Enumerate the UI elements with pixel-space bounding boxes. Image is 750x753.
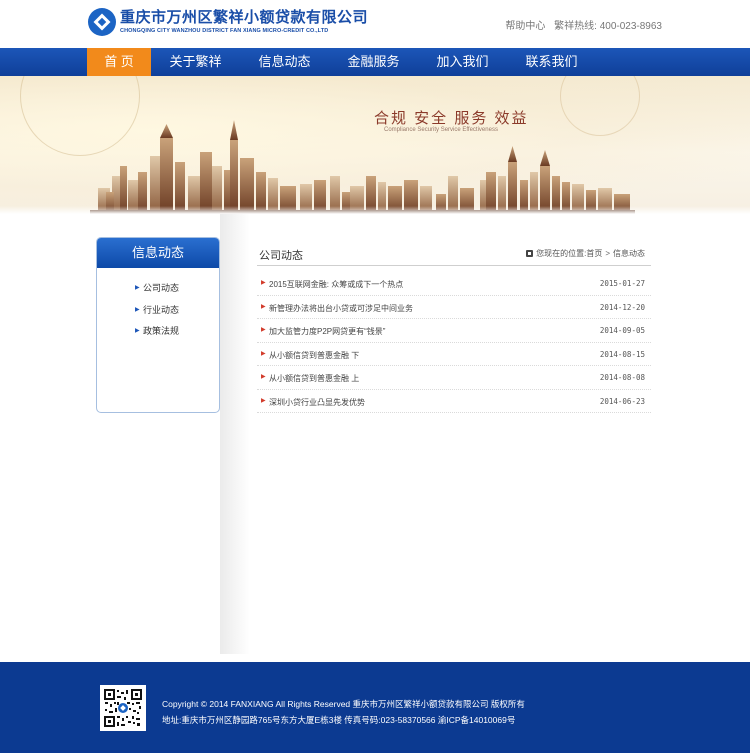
list-item[interactable]: ▶ 从小额信贷到普惠金融 下 2014-08-15	[257, 343, 651, 366]
sidebar-title: 信息动态	[97, 238, 219, 268]
list-item[interactable]: ▶ 深圳小贷行业凸显先发优势 2014-06-23	[257, 390, 651, 413]
breadcrumb-separator: >	[605, 249, 610, 258]
triangle-arrow-icon: ▶	[261, 303, 266, 310]
news-title-link[interactable]: 从小额信贷到普惠金融 下	[269, 350, 359, 361]
nav-item-home[interactable]: 首 页	[87, 48, 151, 76]
news-date: 2014-12-20	[599, 302, 645, 312]
list-item[interactable]: ▶ 从小额信贷到普惠金融 上 2014-08-08	[257, 366, 651, 390]
triangle-bullet-icon: ▶	[135, 328, 140, 334]
main-nav: 首 页 关于繁祥 信息动态 金融服务 加入我们 联系我们	[0, 48, 750, 76]
sidebar-panel: 信息动态 ▶ 公司动态 ▶ 行业动态 ▶ 政策法规	[96, 237, 220, 413]
diamond-circle-logo-icon	[88, 8, 116, 36]
sidebar-item-industry-news[interactable]: ▶ 行业动态	[97, 300, 219, 322]
hero-banner: 合规 安全 服务 效益 Compliance Security Service …	[0, 76, 750, 214]
city-skyline-image	[90, 120, 635, 214]
list-item[interactable]: ▶ 加大监管力度P2P网贷更有“钱景” 2014-09-05	[257, 319, 651, 343]
home-icon	[526, 250, 534, 257]
breadcrumb-current[interactable]: 信息动态	[613, 248, 645, 259]
sidebar-item-policy[interactable]: ▶ 政策法规	[97, 321, 219, 343]
logo-company-name: 重庆市万州区繁祥小额贷款有限公司	[120, 9, 369, 26]
triangle-arrow-icon: ▶	[261, 374, 266, 380]
top-links: 帮助中心 繁祥热线: 400-023-8963	[499, 17, 662, 32]
triangle-bullet-icon: ▶	[135, 285, 140, 291]
news-date: 2015-01-27	[599, 279, 645, 288]
nav-item-contact[interactable]: 联系我们	[507, 48, 596, 76]
nav-item-join[interactable]: 加入我们	[418, 48, 507, 76]
section-title: 公司动态	[259, 250, 303, 262]
news-date: 2014-09-05	[599, 326, 645, 335]
news-section: 公司动态 您现在的位置: 首页 > 信息动态 ▶ 2015互联网金融: 众筹或成…	[257, 242, 651, 413]
news-date: 2014-08-15	[599, 349, 645, 359]
triangle-arrow-icon: ▶	[261, 397, 266, 404]
news-title-link[interactable]: 新管理办法将出台小贷或可涉足中间业务	[269, 303, 413, 314]
list-item[interactable]: ▶ 2015互联网金融: 众筹或成下一个热点 2015-01-27	[257, 272, 651, 296]
news-list: ▶ 2015互联网金融: 众筹或成下一个热点 2015-01-27 ▶ 新管理办…	[257, 272, 651, 413]
list-item[interactable]: ▶ 新管理办法将出台小贷或可涉足中间业务 2014-12-20	[257, 296, 651, 319]
content-shadow	[220, 214, 250, 654]
nav-item-news[interactable]: 信息动态	[240, 48, 329, 76]
site-header: 重庆市万州区繁祥小额贷款有限公司 CHONGQING CITY WANZHOU …	[0, 0, 750, 48]
logo-text: 重庆市万州区繁祥小额贷款有限公司 CHONGQING CITY WANZHOU …	[120, 9, 368, 35]
qr-code-icon	[100, 685, 146, 731]
sidebar-menu: ▶ 公司动态 ▶ 行业动态 ▶ 政策法规	[97, 278, 219, 343]
logo-company-name-en: CHONGQING CITY WANZHOU DISTRICT FAN XIAN…	[120, 28, 329, 34]
news-date: 2014-08-08	[599, 373, 645, 382]
section-header: 公司动态 您现在的位置: 首页 > 信息动态	[257, 242, 651, 266]
breadcrumb-home-link[interactable]: 首页	[586, 248, 602, 259]
sidebar-item-company-news[interactable]: ▶ 公司动态	[97, 278, 219, 300]
triangle-arrow-icon: ▶	[261, 327, 266, 333]
site-footer: Copyright © 2014 FANXIANG All Rights Res…	[0, 662, 750, 753]
nav-item-finance[interactable]: 金融服务	[329, 48, 418, 76]
footer-text: Copyright © 2014 FANXIANG All Rights Res…	[162, 696, 525, 728]
breadcrumb-prefix: 您现在的位置:	[536, 249, 587, 258]
news-title-link[interactable]: 2015互联网金融: 众筹或成下一个热点	[269, 279, 403, 290]
site-logo[interactable]: 重庆市万州区繁祥小额贷款有限公司 CHONGQING CITY WANZHOU …	[88, 8, 368, 36]
news-title-link[interactable]: 深圳小贷行业凸显先发优势	[269, 397, 365, 408]
help-center-link[interactable]: 帮助中心	[505, 21, 545, 32]
triangle-bullet-icon: ▶	[135, 306, 140, 313]
news-title-link[interactable]: 从小额信贷到普惠金融 上	[269, 373, 359, 384]
sidebar-item-label: 政策法规	[143, 326, 180, 336]
sidebar-item-label: 公司动态	[143, 283, 180, 293]
footer-address: 地址:重庆市万州区静园路765号东方大厦E栋3楼 传真号码:023-583705…	[162, 715, 516, 725]
sidebar-item-label: 行业动态	[143, 304, 180, 315]
news-date: 2014-06-23	[599, 396, 645, 406]
hotline-text: 繁祥热线: 400-023-8963	[554, 21, 662, 32]
triangle-arrow-icon: ▶	[261, 280, 266, 286]
news-title-link[interactable]: 加大监管力度P2P网贷更有“钱景”	[269, 326, 385, 337]
breadcrumb: 您现在的位置: 首页 > 信息动态	[526, 248, 645, 259]
nav-item-about[interactable]: 关于繁祥	[151, 48, 240, 76]
footer-copyright: Copyright © 2014 FANXIANG All Rights Res…	[162, 699, 525, 709]
triangle-arrow-icon: ▶	[261, 350, 266, 357]
